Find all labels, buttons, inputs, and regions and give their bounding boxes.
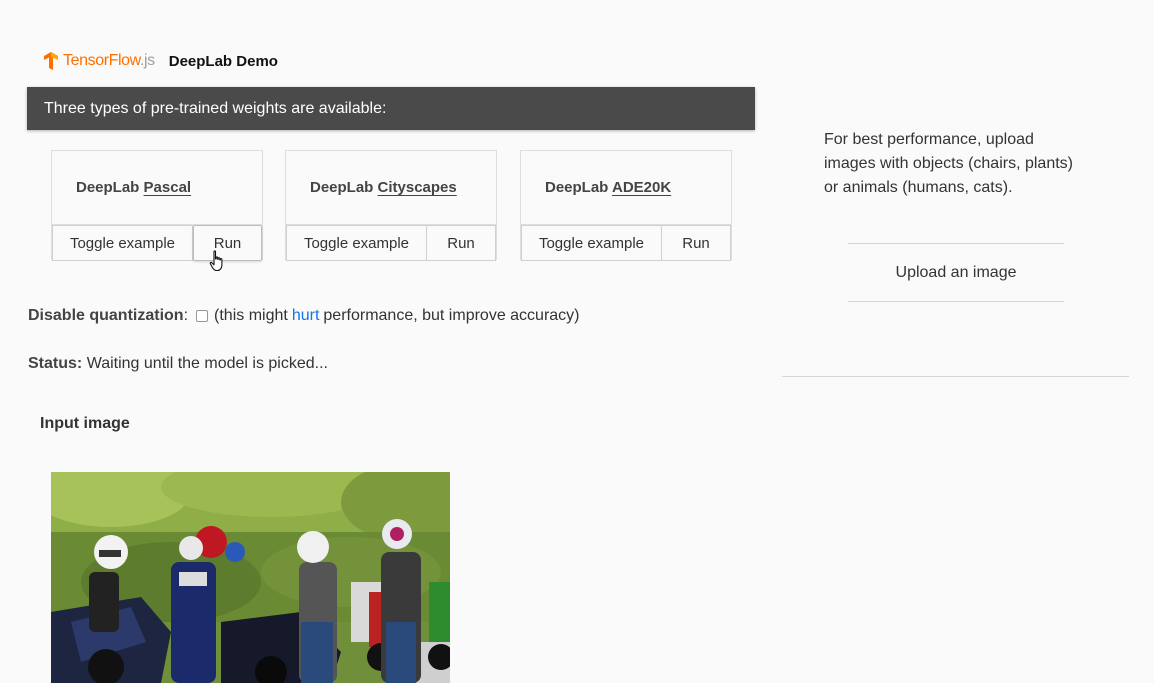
input-image-heading: Input image <box>40 415 130 432</box>
hand-pointer-icon <box>209 250 223 272</box>
motorcyclists-photo <box>51 472 450 683</box>
status-text: Waiting until the model is picked... <box>86 355 328 372</box>
model-name-link[interactable]: Cityscapes <box>378 179 457 196</box>
upload-image-button[interactable]: Upload an image <box>848 243 1064 302</box>
app-header: TensorFlow.js DeepLab Demo <box>41 48 278 74</box>
input-image <box>51 472 450 683</box>
model-prefix: DeepLab <box>310 179 374 196</box>
quantization-note-after: performance, but improve accuracy) <box>323 307 580 324</box>
toggle-example-button[interactable]: Toggle example <box>286 225 427 261</box>
weights-banner: Three types of pre-trained weights are a… <box>27 87 755 130</box>
run-button[interactable]: Run <box>662 225 731 261</box>
run-button[interactable]: Run <box>193 225 262 261</box>
page-title: DeepLab Demo <box>168 52 278 70</box>
upload-image-label: Upload an image <box>895 263 1017 281</box>
status-label: Status: <box>28 355 83 372</box>
quantization-note-before: (this might <box>214 307 288 324</box>
upload-hint: For best performance, upload images with… <box>824 131 1073 196</box>
card-actions: Toggle example Run <box>286 224 496 261</box>
status-row: Status: Waiting until the model is picke… <box>28 355 328 373</box>
card-actions: Toggle example Run <box>521 224 731 261</box>
run-button[interactable]: Run <box>427 225 496 261</box>
model-prefix: DeepLab <box>76 179 140 196</box>
model-card-cityscapes: DeepLab Cityscapes Toggle example Run <box>285 150 497 261</box>
model-name-link[interactable]: ADE20K <box>612 179 671 196</box>
logo-brand-text: TensorFlow <box>63 52 140 69</box>
tensorflow-logo: TensorFlow.js <box>41 51 155 71</box>
model-name-link[interactable]: Pascal <box>144 179 192 196</box>
model-card-ade20k: DeepLab ADE20K Toggle example Run <box>520 150 732 261</box>
card-actions: Toggle example Run <box>52 224 262 261</box>
quantization-colon: : <box>183 307 189 324</box>
model-card-title: DeepLab Cityscapes <box>310 179 457 196</box>
toggle-example-button[interactable]: Toggle example <box>521 225 662 261</box>
hurt-link[interactable]: hurt <box>292 307 320 325</box>
disable-quantization-checkbox[interactable] <box>196 310 209 322</box>
model-card-title: DeepLab Pascal <box>76 179 191 196</box>
model-card-pascal: DeepLab Pascal Toggle example Run <box>51 150 263 261</box>
model-card-title: DeepLab ADE20K <box>545 179 671 196</box>
quantization-label: Disable quantization <box>28 307 184 324</box>
banner-text: Three types of pre-trained weights are a… <box>44 99 387 117</box>
tensorflow-logo-icon <box>44 52 58 70</box>
quantization-row: Disable quantization: (this might hurt p… <box>28 307 580 325</box>
sidebar-divider <box>782 376 1129 377</box>
model-prefix: DeepLab <box>545 179 609 196</box>
toggle-example-button[interactable]: Toggle example <box>52 225 193 261</box>
logo-suffix-text: .js <box>139 52 155 69</box>
